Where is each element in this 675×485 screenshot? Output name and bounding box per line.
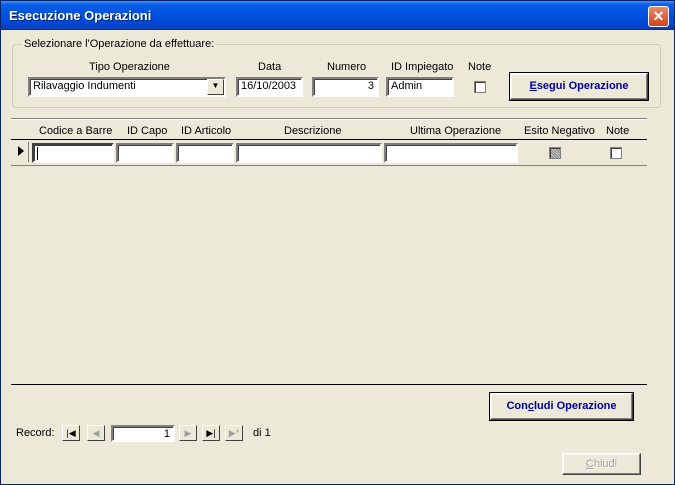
- numero-value: 3: [367, 80, 374, 92]
- col-codice-a-barre: Codice a Barre: [39, 125, 113, 137]
- group-caption: Selezionare l'Operazione da effettuare:: [22, 38, 217, 50]
- last-record-button[interactable]: ▶|: [202, 425, 220, 441]
- next-record-button[interactable]: ▶: [179, 425, 197, 441]
- esegui-operazione-button[interactable]: Esegui Operazione: [509, 72, 649, 101]
- esegui-hotkey: E: [529, 80, 537, 92]
- close-button[interactable]: ✕: [648, 6, 669, 27]
- tipo-operazione-label: Tipo Operazione: [89, 61, 170, 73]
- bottom-divider: [11, 384, 647, 385]
- col-ultima-operazione: Ultima Operazione: [410, 125, 502, 137]
- data-value: 16/10/2003: [241, 80, 297, 92]
- first-record-button[interactable]: |◀: [62, 425, 80, 441]
- chiudi-hotkey: C: [585, 458, 594, 470]
- col-descrizione: Descrizione: [284, 125, 342, 137]
- title-bar: Esecuzione Operazioni ✕: [1, 1, 674, 30]
- concludi-rest: ludi Operazione: [534, 400, 617, 412]
- note-checkbox[interactable]: [474, 81, 486, 93]
- col-id-articolo: ID Articolo: [181, 125, 232, 137]
- record-label: Record:: [16, 427, 55, 439]
- chevron-down-icon: ▼: [211, 81, 220, 90]
- next-record-icon: ▶: [184, 428, 192, 438]
- id-impiegato-field[interactable]: Admin: [386, 77, 454, 97]
- header-line: [11, 139, 647, 140]
- codice-a-barre-field[interactable]: [32, 143, 114, 163]
- prev-record-button[interactable]: ◀: [87, 425, 105, 441]
- concludi-pre: Con: [506, 400, 528, 412]
- row-line: [11, 165, 647, 166]
- close-icon: ✕: [652, 8, 665, 24]
- id-articolo-field[interactable]: [176, 143, 234, 163]
- record-total: di 1: [253, 427, 271, 439]
- numero-label: Numero: [327, 61, 367, 73]
- tipo-operazione-value: Rilavaggio Indumenti: [33, 80, 136, 92]
- chiudi-label: hiudi: [593, 458, 618, 470]
- record-number-field[interactable]: 1: [111, 425, 175, 442]
- ultima-operazione-field[interactable]: [384, 143, 518, 163]
- col-note: Note: [606, 125, 630, 137]
- row-note-checkbox[interactable]: [610, 147, 622, 159]
- esegui-label: segui Operazione: [536, 80, 629, 92]
- new-record-button[interactable]: ▶*: [225, 425, 243, 441]
- top-divider: [11, 118, 647, 120]
- concludi-operazione-button[interactable]: Concludi Operazione: [489, 392, 634, 421]
- last-record-icon: ▶|: [206, 428, 216, 438]
- text-cursor: [37, 147, 38, 160]
- id-impiegato-label: ID Impiegato: [391, 61, 454, 73]
- numero-field[interactable]: 3: [312, 77, 379, 97]
- new-record-icon: ▶*: [228, 428, 240, 438]
- tipo-operazione-combo[interactable]: Rilavaggio Indumenti: [28, 77, 226, 97]
- data-field[interactable]: 16/10/2003: [236, 77, 303, 97]
- record-current: 1: [163, 428, 170, 440]
- data-label: Data: [258, 61, 282, 73]
- id-capo-field[interactable]: [116, 143, 174, 163]
- dropdown-button[interactable]: ▼: [207, 79, 224, 95]
- window-title: Esecuzione Operazioni: [9, 8, 152, 23]
- prev-record-icon: ◀: [92, 428, 100, 438]
- col-id-capo: ID Capo: [127, 125, 168, 137]
- window: Esecuzione Operazioni ✕ Selezionare l'Op…: [0, 0, 675, 485]
- chiudi-button[interactable]: Chiudi: [562, 453, 641, 475]
- first-record-icon: |◀: [66, 428, 76, 438]
- note-label: Note: [468, 61, 492, 73]
- descrizione-field[interactable]: [236, 143, 382, 163]
- record-selector[interactable]: [12, 142, 29, 162]
- id-impiegato-value: Admin: [391, 80, 423, 92]
- col-esito-negativo: Esito Negativo: [524, 125, 595, 137]
- esito-negativo-checkbox[interactable]: [549, 147, 561, 159]
